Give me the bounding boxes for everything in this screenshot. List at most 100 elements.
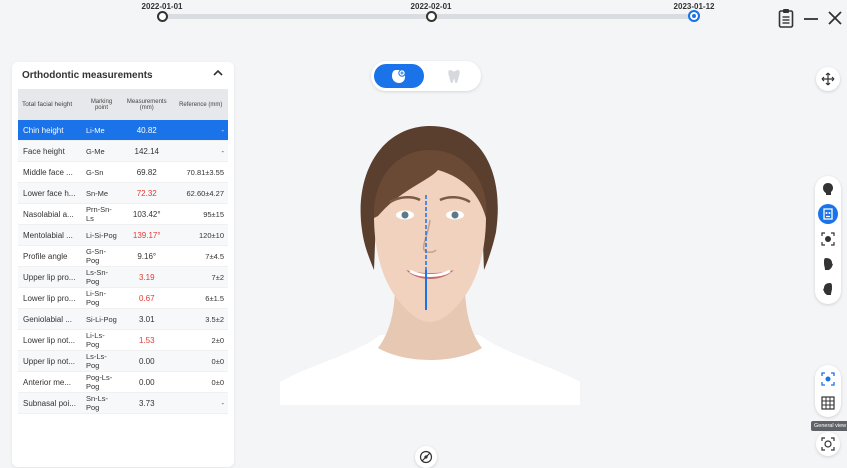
side-view-toolbar [815, 176, 841, 304]
measurements-table: Total facial height Marking point Measur… [18, 89, 228, 414]
row-reference: 95±15 [173, 203, 228, 225]
table-row[interactable]: Profile angle G-Sn-Pog 9.16° 7±4.5 [18, 245, 228, 267]
clipboard-icon[interactable] [778, 8, 794, 32]
table-row[interactable]: Upper lip pro... Ls-Sn-Pog 3.19 7±2 [18, 266, 228, 288]
row-reference: 0±0 [173, 371, 228, 393]
row-reference: 120±10 [173, 224, 228, 246]
row-reference: - [173, 392, 228, 414]
row-reference: 2±0 [173, 329, 228, 351]
grid-icon[interactable] [818, 393, 838, 413]
row-measurement: 0.67 [120, 287, 174, 309]
view-mode-toolbar [815, 365, 841, 417]
row-marking-point: Li-Ls-Pog [82, 329, 120, 351]
row-name: Lower lip not... [18, 329, 83, 351]
row-name: Lower lip pro... [18, 287, 83, 309]
chevron-up-icon[interactable] [212, 67, 224, 82]
table-row[interactable]: Upper lip not... Ls-Ls-Pog 0.00 0±0 [18, 350, 228, 372]
row-measurement: 103.42° [120, 203, 174, 225]
row-measurement: 142.14 [120, 140, 174, 162]
row-marking-point: G-Sn [82, 161, 120, 183]
table-row[interactable]: Lower lip not... Li-Ls-Pog 1.53 2±0 [18, 329, 228, 351]
table-row[interactable]: Chin height Li-Me 40.82- [18, 120, 228, 141]
timeline-date-2: 2022-02-01 [410, 2, 452, 11]
row-marking-point: Prn-Sn-Ls [82, 203, 120, 225]
table-row[interactable]: Nasolabial a... Prn-Sn-Ls 103.42° 95±15 [18, 203, 228, 225]
col-header-point: Marking point [82, 89, 120, 120]
move-icon[interactable] [816, 67, 840, 91]
row-measurement: 72.32 [120, 182, 174, 204]
row-reference: 70.81±3.55 [173, 161, 228, 183]
face-scan-toggle[interactable] [374, 64, 424, 88]
face-scan-icon [392, 69, 406, 83]
row-name: Geniolabial ... [18, 308, 83, 330]
row-name: Nasolabial a... [18, 203, 83, 225]
row-name: Subnasal poi... [18, 392, 83, 414]
row-measurement: 3.73 [120, 392, 174, 414]
close-icon[interactable] [828, 8, 842, 32]
row-marking-point: Si-Li-Pog [82, 308, 120, 330]
table-row[interactable]: Middle face ... G-Sn 69.82 70.81±3.55 [18, 161, 228, 183]
minimize-icon[interactable] [803, 8, 819, 32]
row-name: Middle face ... [18, 161, 83, 183]
table-row[interactable]: Anterior me... Pog-Ls-Pog 0.00 0±0 [18, 371, 228, 393]
row-marking-point: Ls-Sn-Pog [82, 266, 120, 288]
row-measurement: 3.01 [120, 308, 174, 330]
row-name: Upper lip pro... [18, 266, 83, 288]
row-measurement: 3.19 [120, 266, 174, 288]
row-marking-point: Pog-Ls-Pog [82, 371, 120, 393]
row-measurement: 40.82 [120, 120, 174, 141]
table-row[interactable]: Lower lip pro... Li-Sn-Pog 0.67 6±1.5 [18, 287, 228, 309]
table-row[interactable]: Geniolabial ... Si-Li-Pog 3.01 3.5±2 [18, 308, 228, 330]
row-marking-point: Li-Si-Pog [82, 224, 120, 246]
row-name: Anterior me... [18, 371, 83, 393]
row-marking-point: Ls-Ls-Pog [82, 350, 120, 372]
row-name: Profile angle [18, 245, 83, 267]
row-measurement: 0.00 [120, 371, 174, 393]
table-row[interactable]: Face height G-Me 142.14- [18, 140, 228, 162]
timeline-point-1[interactable] [157, 11, 168, 22]
row-marking-point: Sn-Ls-Pog [82, 392, 120, 414]
row-reference: 7±2 [173, 266, 228, 288]
row-name: Lower face h... [18, 182, 83, 204]
table-row[interactable]: Mentolabial ... Li-Si-Pog 139.17° 120±10 [18, 224, 228, 246]
row-measurement: 9.16° [120, 245, 174, 267]
row-reference: 6±1.5 [173, 287, 228, 309]
row-marking-point: Sn-Me [82, 182, 120, 204]
profile-left-icon[interactable] [818, 279, 838, 299]
row-name: Upper lip not... [18, 350, 83, 372]
timeline-point-2[interactable] [426, 11, 437, 22]
timeline-point-3[interactable] [688, 10, 700, 22]
tooth-icon [448, 70, 460, 83]
face-front-icon[interactable] [818, 204, 838, 224]
focus-icon[interactable] [818, 369, 838, 389]
row-name: Mentolabial ... [18, 224, 83, 246]
reset-view-icon[interactable] [415, 446, 437, 468]
col-header-reference: Reference (mm) [173, 89, 228, 120]
row-measurement: 0.00 [120, 350, 174, 372]
row-reference: 7±4.5 [173, 245, 228, 267]
row-reference: 3.5±2 [173, 308, 228, 330]
timeline: 2022-01-01 2022-02-01 2023-01-12 [0, 0, 847, 30]
row-marking-point: G-Me [82, 140, 120, 162]
face-3d-model[interactable] [270, 120, 590, 410]
row-name: Face height [18, 140, 83, 162]
head-icon[interactable] [818, 179, 838, 199]
tooth-toggle[interactable] [431, 64, 477, 88]
row-measurement: 1.53 [120, 329, 174, 351]
row-reference: - [173, 140, 228, 162]
row-measurement: 69.82 [120, 161, 174, 183]
row-name: Chin height [18, 120, 83, 141]
timeline-date-1: 2022-01-01 [141, 2, 183, 11]
table-row[interactable]: Lower face h... Sn-Me 72.32 62.60±4.27 [18, 182, 228, 204]
row-measurement: 139.17° [120, 224, 174, 246]
row-marking-point: G-Sn-Pog [82, 245, 120, 267]
profile-right-icon[interactable] [818, 254, 838, 274]
col-header-measurement: Measurements (mm) [120, 89, 174, 120]
row-marking-point: Li-Sn-Pog [82, 287, 120, 309]
table-row[interactable]: Subnasal poi... Sn-Ls-Pog 3.73- [18, 392, 228, 414]
face-scan-view-icon[interactable] [816, 432, 840, 456]
row-reference: 62.60±4.27 [173, 182, 228, 204]
panel-title: Orthodontic measurements [22, 70, 153, 81]
row-marking-point: Li-Me [82, 120, 120, 141]
face-zoom-icon[interactable] [818, 229, 838, 249]
